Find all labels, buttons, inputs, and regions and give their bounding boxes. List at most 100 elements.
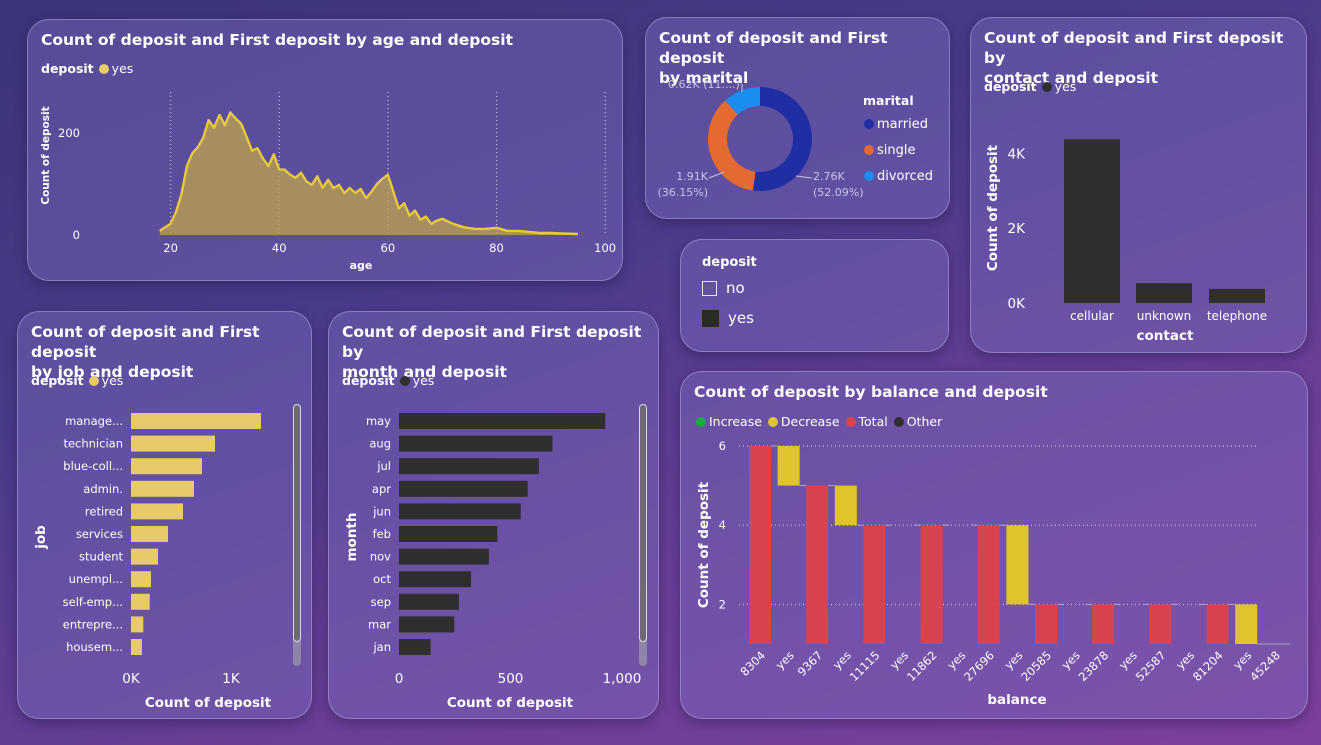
balance-waterfall-chart[interactable]: 2468304 yes9367 yes11115 yes11862 yes27696 ye… <box>681 372 1309 720</box>
bar-sep[interactable] <box>399 593 459 610</box>
bar-housem...[interactable] <box>131 639 142 655</box>
bar-oct[interactable] <box>399 571 472 588</box>
month-chart-card: Count of deposit and First deposit by mo… <box>328 311 659 719</box>
waterfall-bar-total[interactable] <box>863 525 886 644</box>
legend-title: marital <box>863 93 914 108</box>
donut-slice-single[interactable] <box>708 100 756 191</box>
legend-dot-single <box>864 145 874 155</box>
waterfall-bar-total[interactable] <box>1035 604 1057 644</box>
bar-services[interactable] <box>131 526 168 542</box>
legend-item-single[interactable]: single <box>877 143 916 158</box>
bar-feb[interactable] <box>399 526 498 542</box>
waterfall-bar-total[interactable] <box>749 445 771 644</box>
waterfall-bar-total[interactable] <box>1149 604 1172 644</box>
waterfall-bar-decrease[interactable] <box>1006 525 1029 605</box>
y-tick-label: apr <box>372 482 391 496</box>
y-tick-label: mar <box>368 617 391 631</box>
x-tick-label: 8304 <box>738 648 769 679</box>
bar-jun[interactable] <box>399 503 521 520</box>
y-tick-label: feb <box>373 527 391 541</box>
x-tick-label: yes <box>1002 648 1026 672</box>
x-tick-label: 11862 <box>904 648 940 684</box>
x-tick-label: 0 <box>395 671 404 687</box>
bar-mar[interactable] <box>399 616 455 633</box>
legend-item-divorced[interactable]: divorced <box>877 169 933 184</box>
waterfall-bar-total[interactable] <box>920 525 943 644</box>
bar-entrepre...[interactable] <box>131 616 144 633</box>
y-tick-label: aug <box>369 437 391 451</box>
bar-may[interactable] <box>399 413 606 429</box>
bar-retired[interactable] <box>131 503 183 520</box>
checkbox-unchecked[interactable] <box>702 280 717 296</box>
x-tick-label: yes <box>1230 648 1254 672</box>
contact-chart-card: Count of deposit and First deposit by co… <box>970 17 1307 353</box>
bar-unknown[interactable] <box>1136 283 1192 303</box>
slice-value-label: 2.76K <box>813 170 845 183</box>
area-fill <box>159 112 578 235</box>
x-tick-label: 27696 <box>961 648 997 684</box>
waterfall-bar-total[interactable] <box>1206 604 1229 644</box>
bar-jan[interactable] <box>399 639 431 655</box>
checkbox-checked[interactable] <box>702 309 719 327</box>
bar-manage...[interactable] <box>131 413 261 429</box>
x-tick-label: 20585 <box>1018 648 1054 684</box>
legend-dot-married <box>864 119 874 129</box>
x-tick-label: 11115 <box>847 648 883 684</box>
y-tick-label: unempl... <box>69 572 123 586</box>
y-tick-label: manage... <box>65 414 123 428</box>
y-axis-label: Count of deposit <box>696 481 712 608</box>
x-tick-label: 52587 <box>1133 648 1169 684</box>
y-tick-label: admin. <box>83 482 123 496</box>
month-bar-chart[interactable]: may aug jul apr jun feb nov oct sep mar jan 0 500 1,0… <box>329 312 660 720</box>
x-tick-label: yes <box>773 648 797 672</box>
slice-percent-label: (36.15%) <box>657 186 708 199</box>
bar-unempl...[interactable] <box>131 571 151 588</box>
marital-chart-card: Count of deposit and First deposit by ma… <box>645 17 950 219</box>
scrollbar-thumb[interactable] <box>293 404 301 642</box>
y-tick-label: 4K <box>1008 146 1027 162</box>
slicer-option-yes[interactable]: yes <box>702 309 754 327</box>
bar-telephone[interactable] <box>1209 288 1265 303</box>
y-axis-label: Count of deposit <box>40 106 52 204</box>
y-tick-label: 200 <box>58 126 80 140</box>
x-tick-label: 81204 <box>1190 648 1226 684</box>
bar-admin.[interactable] <box>131 480 194 497</box>
waterfall-bar-total[interactable] <box>977 525 1000 644</box>
waterfall-bar-total[interactable] <box>1092 604 1115 644</box>
donut-slice-married[interactable] <box>752 87 812 191</box>
age-chart-card: Count of deposit and First deposit by ag… <box>27 19 623 281</box>
job-chart-card: Count of deposit and First deposit by jo… <box>17 311 312 719</box>
legend-dot-divorced <box>864 171 874 181</box>
scrollbar-thumb[interactable] <box>639 404 647 642</box>
y-tick-label: jun <box>372 504 391 518</box>
bar-technician[interactable] <box>131 435 215 452</box>
bar-cellular[interactable] <box>1064 139 1120 303</box>
bar-nov[interactable] <box>399 548 489 565</box>
y-tick-label: nov <box>370 550 391 564</box>
y-tick-label: retired <box>85 504 123 518</box>
waterfall-bar-decrease[interactable] <box>834 485 857 526</box>
bar-self-emp...[interactable] <box>131 593 150 610</box>
age-area-chart[interactable]: 20 40 60 80 100 0 200 age Count of deposit <box>28 20 624 282</box>
waterfall-bar-total[interactable] <box>806 485 829 644</box>
y-tick-label: self-emp... <box>63 595 123 609</box>
leader-line <box>708 171 725 179</box>
legend-item-married[interactable]: married <box>877 117 928 132</box>
bar-student[interactable] <box>131 548 158 565</box>
slicer-option-no[interactable]: no <box>702 279 745 297</box>
x-tick-label: 40 <box>272 241 287 255</box>
bar-jul[interactable] <box>399 458 539 475</box>
waterfall-bar-decrease[interactable] <box>1235 604 1258 644</box>
marital-donut-chart[interactable]: 2.76K (52.09%) 1.91K (36.15%) 0.62K (11....)… <box>646 18 951 220</box>
waterfall-bar-decrease[interactable] <box>777 445 800 486</box>
y-tick-label: sep <box>371 595 391 609</box>
x-axis-label: age <box>350 259 373 272</box>
x-tick-label: unknown <box>1137 309 1192 323</box>
job-bar-chart[interactable]: manage... technician blue-coll... admin. ret… <box>18 312 313 720</box>
bar-apr[interactable] <box>399 480 528 497</box>
y-tick-label: 4 <box>719 518 726 532</box>
contact-bar-chart[interactable]: 0K2K4Kcellular unknown telephonecontactCou… <box>971 18 1308 354</box>
bar-aug[interactable] <box>399 435 553 452</box>
x-tick-label: 20 <box>163 241 178 255</box>
bar-blue-coll...[interactable] <box>131 458 202 475</box>
